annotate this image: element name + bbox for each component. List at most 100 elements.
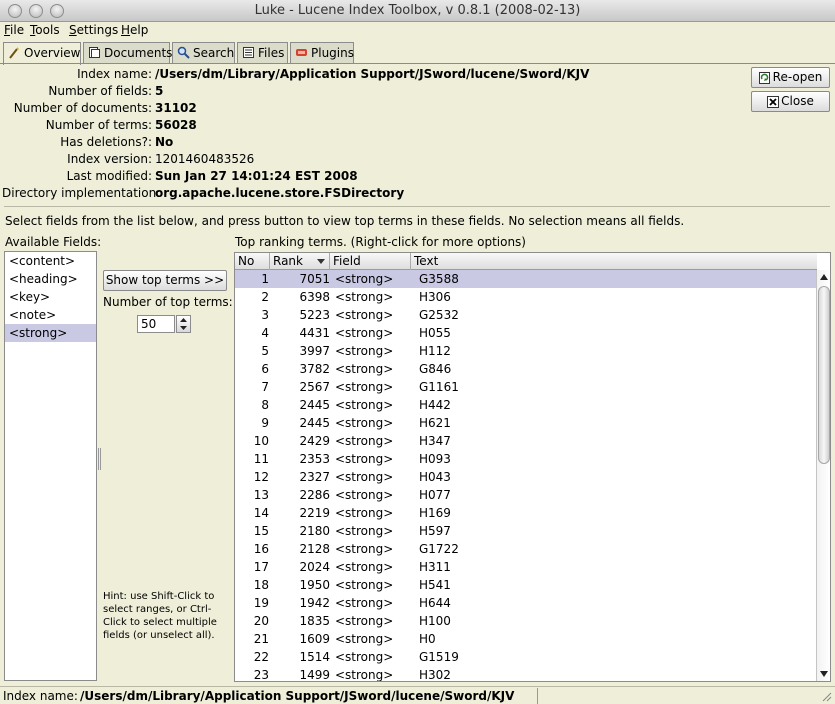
scroll-up-icon[interactable] <box>819 273 829 281</box>
reopen-icon <box>759 72 770 84</box>
tab-overview[interactable]: Overview <box>3 42 81 65</box>
cell-field: <strong> <box>335 416 394 430</box>
table-row[interactable]: 22 1514 <strong> G1519 <box>235 648 817 666</box>
menu-file[interactable]: File <box>4 23 24 37</box>
minimize-window-button[interactable] <box>29 4 43 18</box>
num-top-terms-spinner[interactable] <box>176 315 191 333</box>
cell-no: 5 <box>261 344 269 358</box>
cell-text: H347 <box>419 434 451 448</box>
table-row[interactable]: 10 2429 <strong> H347 <box>235 432 817 450</box>
table-row[interactable]: 8 2445 <strong> H442 <box>235 396 817 414</box>
fields-list[interactable]: <content> <heading> <key> <note> <strong… <box>4 251 97 681</box>
table-row[interactable]: 3 5223 <strong> G2532 <box>235 306 817 324</box>
close-window-button[interactable] <box>8 4 22 18</box>
table-row[interactable]: 9 2445 <strong> H621 <box>235 414 817 432</box>
status-label: Index name: <box>3 689 78 703</box>
table-row[interactable]: 23 1499 <strong> H302 <box>235 666 817 682</box>
tab-search-label: Search <box>193 46 235 60</box>
spinner-arrows-icon <box>180 318 187 330</box>
table-row[interactable]: 4 4431 <strong> H055 <box>235 324 817 342</box>
column-header-field[interactable]: Field <box>330 253 411 270</box>
cell-rank: 1514 <box>299 650 330 664</box>
cell-rank: 4431 <box>299 326 330 340</box>
column-header-rank-label: Rank <box>273 254 303 268</box>
splitter-handle[interactable] <box>98 448 101 470</box>
table-row[interactable]: 20 1835 <strong> H100 <box>235 612 817 630</box>
instructions-text: Select fields from the list below, and p… <box>5 214 685 228</box>
tab-documents[interactable]: Documents <box>83 42 173 64</box>
menu-help[interactable]: Help <box>121 23 148 37</box>
top-terms-table[interactable]: No Rank Field Text 1 7051 <strong> G3588 2 63… <box>234 252 831 682</box>
cell-rank: 6398 <box>299 290 330 304</box>
close-button[interactable]: Close <box>751 91 830 112</box>
tab-search[interactable]: Search <box>172 42 235 64</box>
cell-field: <strong> <box>335 560 394 574</box>
table-row[interactable]: 16 2128 <strong> G1722 <box>235 540 817 558</box>
cell-field: <strong> <box>335 344 394 358</box>
table-row[interactable]: 7 2567 <strong> G1161 <box>235 378 817 396</box>
cell-field: <strong> <box>335 632 394 646</box>
scroll-down-icon[interactable] <box>819 670 829 678</box>
table-row[interactable]: 15 2180 <strong> H597 <box>235 522 817 540</box>
cell-no: 15 <box>253 524 269 538</box>
cell-field: <strong> <box>335 668 394 682</box>
show-top-terms-button[interactable]: Show top terms >> <box>103 270 227 291</box>
cell-field: <strong> <box>335 524 394 538</box>
reopen-label: Re-open <box>772 70 823 84</box>
field-item-heading[interactable]: <heading> <box>5 270 96 288</box>
table-row[interactable]: 17 2024 <strong> H311 <box>235 558 817 576</box>
cell-rank: 1609 <box>299 632 330 646</box>
column-header-no[interactable]: No <box>235 253 270 270</box>
table-row[interactable]: 21 1609 <strong> H0 <box>235 630 817 648</box>
status-divider <box>537 688 538 704</box>
cell-no: 17 <box>253 560 269 574</box>
zoom-window-button[interactable] <box>50 4 64 18</box>
cell-text: G846 <box>419 362 452 376</box>
close-icon <box>767 96 779 108</box>
cell-text: H093 <box>419 452 451 466</box>
cell-no: 7 <box>261 380 269 394</box>
column-header-rank[interactable]: Rank <box>270 253 330 270</box>
cell-field: <strong> <box>335 362 394 376</box>
table-row[interactable]: 13 2286 <strong> H077 <box>235 486 817 504</box>
tab-overview-label: Overview <box>24 46 81 60</box>
cell-text: H043 <box>419 470 451 484</box>
table-scrollbar[interactable] <box>816 270 830 681</box>
tab-plugins[interactable]: Plugins <box>290 42 354 64</box>
cell-no: 1 <box>261 272 269 286</box>
cell-no: 4 <box>261 326 269 340</box>
table-row[interactable]: 1 7051 <strong> G3588 <box>235 270 817 288</box>
table-row[interactable]: 5 3997 <strong> H112 <box>235 342 817 360</box>
scrollbar-thumb[interactable] <box>818 286 830 464</box>
reopen-button[interactable]: Re-open <box>751 67 830 88</box>
menu-tools[interactable]: Tools <box>30 23 60 37</box>
cell-text: H302 <box>419 668 451 682</box>
num-top-terms-input[interactable]: 50 <box>137 315 175 333</box>
table-row[interactable]: 11 2353 <strong> H093 <box>235 450 817 468</box>
menu-settings[interactable]: Settings <box>69 23 118 37</box>
field-item-note[interactable]: <note> <box>5 306 96 324</box>
cell-no: 6 <box>261 362 269 376</box>
table-row[interactable]: 6 3782 <strong> G846 <box>235 360 817 378</box>
cell-no: 12 <box>253 470 269 484</box>
tab-documents-label: Documents <box>104 46 173 60</box>
table-body: 1 7051 <strong> G3588 2 6398 <strong> H306 3 5223… <box>235 270 817 682</box>
table-row[interactable]: 12 2327 <strong> H043 <box>235 468 817 486</box>
table-row[interactable]: 19 1942 <strong> H644 <box>235 594 817 612</box>
column-header-text[interactable]: Text <box>411 253 817 270</box>
cell-rank: 2128 <box>299 542 330 556</box>
field-item-key[interactable]: <key> <box>5 288 96 306</box>
cell-field: <strong> <box>335 308 394 322</box>
table-row[interactable]: 14 2219 <strong> H169 <box>235 504 817 522</box>
table-row[interactable]: 18 1950 <strong> H541 <box>235 576 817 594</box>
resize-grip-icon[interactable] <box>820 690 832 702</box>
num-fields-label: Number of fields: <box>48 84 152 98</box>
field-item-content[interactable]: <content> <box>5 252 96 270</box>
cell-text: H100 <box>419 614 451 628</box>
menu-bar: File Tools Settings Help <box>0 22 835 40</box>
index-name-value: /Users/dm/Library/Application Support/JS… <box>155 67 590 81</box>
table-row[interactable]: 2 6398 <strong> H306 <box>235 288 817 306</box>
field-item-strong[interactable]: <strong> <box>5 324 96 342</box>
cell-rank: 2327 <box>299 470 330 484</box>
tab-files[interactable]: Files <box>237 42 288 64</box>
